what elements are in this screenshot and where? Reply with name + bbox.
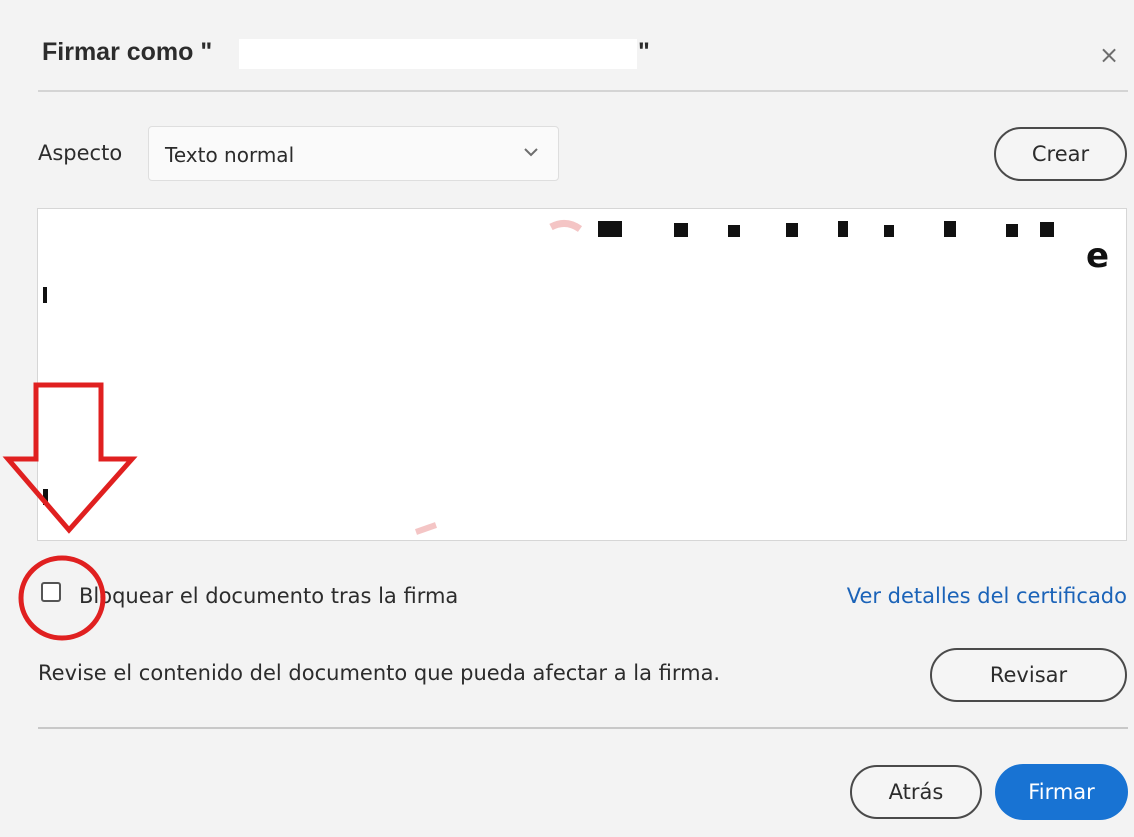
lock-document-label[interactable]: Bloquear el documento tras la firma xyxy=(79,584,458,608)
review-instructions: Revise el contenido del documento que pu… xyxy=(38,661,721,685)
certificate-details-link[interactable]: Ver detalles del certificado xyxy=(847,584,1127,608)
signature-text-fragment: e xyxy=(1086,236,1109,276)
signature-fragment xyxy=(944,221,956,237)
aspect-select[interactable]: Texto normal xyxy=(148,126,559,181)
signature-preview: e xyxy=(37,208,1127,541)
divider xyxy=(38,727,1128,729)
close-icon[interactable]: × xyxy=(1096,42,1122,68)
lock-document-checkbox[interactable] xyxy=(41,582,61,602)
chevron-down-icon xyxy=(524,148,538,157)
aspect-label: Aspecto xyxy=(38,141,123,165)
signature-fragment xyxy=(1006,224,1018,237)
aspect-selected-value: Texto normal xyxy=(165,143,295,167)
signature-fragment xyxy=(415,522,437,535)
back-button[interactable]: Atrás xyxy=(850,765,982,819)
redaction-box xyxy=(239,39,637,69)
signature-fragment xyxy=(1040,222,1054,237)
signature-preview-content: e xyxy=(43,220,1109,535)
signature-fragment xyxy=(549,220,583,232)
signature-fragment xyxy=(728,225,740,237)
signature-fragment xyxy=(598,221,622,237)
dialog-title: Firmar como " xyxy=(42,38,213,66)
sign-button[interactable]: Firmar xyxy=(995,764,1128,820)
signature-fragment xyxy=(674,223,688,237)
signature-fragment xyxy=(838,221,848,237)
create-button[interactable]: Crear xyxy=(994,127,1127,181)
dialog-title-end: " xyxy=(638,38,650,66)
divider xyxy=(38,90,1128,92)
signature-fragment xyxy=(786,223,798,237)
signature-fragment xyxy=(884,225,894,237)
signature-fragment xyxy=(43,287,47,303)
signature-fragment xyxy=(43,489,48,505)
review-button[interactable]: Revisar xyxy=(930,648,1127,702)
